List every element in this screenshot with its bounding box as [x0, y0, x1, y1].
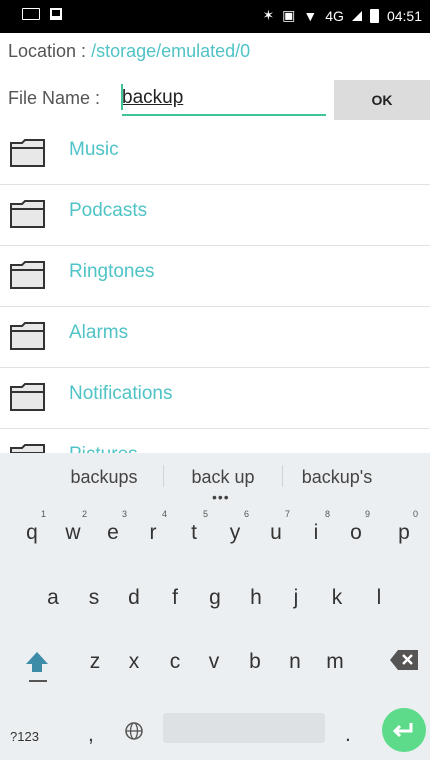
bluetooth-icon: ✶: [262, 7, 275, 23]
key-number-hint: 3: [122, 509, 128, 519]
space-bar[interactable]: [163, 713, 325, 743]
key-f[interactable]: f: [160, 586, 190, 610]
folder-icon: [10, 322, 46, 350]
folder-icon: [10, 261, 46, 289]
keyboard-icon: [22, 8, 40, 20]
key-w[interactable]: w: [58, 521, 88, 545]
key-y[interactable]: y: [220, 521, 250, 545]
folder-list: Music Podcasts Ringtones Alarms Notification…: [0, 124, 430, 490]
key-i[interactable]: i: [301, 521, 331, 545]
key-number-hint: 6: [244, 509, 250, 519]
folder-row[interactable]: Alarms: [0, 307, 430, 368]
key-m[interactable]: m: [320, 650, 350, 674]
suggestion-2[interactable]: back up: [166, 467, 280, 488]
shift-icon[interactable]: [24, 650, 50, 676]
folder-label: Notifications: [69, 383, 173, 404]
suggestion-3[interactable]: backup's: [282, 467, 392, 488]
location-label: Location :: [8, 41, 92, 61]
key-number-hint: 9: [365, 509, 371, 519]
location-path[interactable]: /storage/emulated/0: [91, 41, 250, 61]
image-icon: [50, 8, 62, 20]
folder-row[interactable]: Podcasts: [0, 185, 430, 246]
enter-icon: [392, 723, 413, 738]
key-p[interactable]: p: [389, 521, 419, 545]
key-number-hint: 2: [82, 509, 88, 519]
text-caret: [121, 84, 123, 110]
key-number-hint: 8: [325, 509, 331, 519]
battery-icon: [369, 8, 379, 23]
key-o[interactable]: o: [341, 521, 371, 545]
folder-row[interactable]: Notifications: [0, 368, 430, 429]
key-x[interactable]: x: [119, 650, 149, 674]
key-b[interactable]: b: [240, 650, 270, 674]
file-name-input[interactable]: [122, 82, 326, 116]
key-n[interactable]: n: [280, 650, 310, 674]
folder-row[interactable]: Ringtones: [0, 246, 430, 307]
file-name-label: File Name :: [8, 88, 101, 108]
key-number-hint: 1: [41, 509, 47, 519]
period-key[interactable]: .: [345, 723, 351, 747]
network-type: 4G: [325, 7, 344, 24]
comma-key[interactable]: ,: [88, 723, 94, 747]
location-row: Location : /storage/emulated/0: [8, 41, 250, 62]
key-j[interactable]: j: [281, 586, 311, 610]
backspace-icon[interactable]: [390, 650, 418, 670]
key-number-hint: 7: [285, 509, 291, 519]
folder-label: Ringtones: [69, 261, 155, 282]
soft-keyboard: backups back up backup's ••• q1w2e3r4t5y…: [0, 453, 430, 760]
key-u[interactable]: u: [261, 521, 291, 545]
suggestion-bar: backups back up backup's •••: [0, 453, 430, 505]
ok-button[interactable]: OK: [334, 80, 430, 120]
folder-icon: [10, 200, 46, 228]
key-c[interactable]: c: [160, 650, 190, 674]
signal-icon: [351, 10, 362, 21]
key-z[interactable]: z: [80, 650, 110, 674]
key-h[interactable]: h: [241, 586, 271, 610]
enter-key[interactable]: [382, 708, 426, 752]
key-r[interactable]: r: [138, 521, 168, 545]
folder-icon: [10, 139, 46, 167]
status-bar: ✶ ▣ ▼ 4G 04:51: [0, 0, 430, 33]
folder-label: Alarms: [69, 322, 129, 343]
shift-indicator: [29, 680, 47, 682]
key-e[interactable]: e: [98, 521, 128, 545]
key-l[interactable]: l: [364, 586, 394, 610]
folder-icon: [10, 383, 46, 411]
key-a[interactable]: a: [38, 586, 68, 610]
key-k[interactable]: k: [322, 586, 352, 610]
key-t[interactable]: t: [179, 521, 209, 545]
folder-label: Podcasts: [69, 200, 148, 221]
key-number-hint: 0: [413, 509, 419, 519]
clock: 04:51: [386, 7, 422, 24]
key-v[interactable]: v: [199, 650, 229, 674]
key-g[interactable]: g: [200, 586, 230, 610]
symbols-key[interactable]: ?123: [10, 729, 39, 744]
folder-row[interactable]: Music: [0, 124, 430, 185]
key-d[interactable]: d: [119, 586, 149, 610]
suggestion-divider: [163, 465, 164, 487]
more-suggestions-icon[interactable]: •••: [212, 489, 230, 505]
globe-icon[interactable]: [124, 721, 144, 741]
key-s[interactable]: s: [79, 586, 109, 610]
key-number-hint: 4: [162, 509, 168, 519]
suggestion-1[interactable]: backups: [42, 467, 166, 488]
folder-label: Music: [69, 139, 119, 160]
key-q[interactable]: q: [17, 521, 47, 545]
vibrate-icon: ▣: [282, 7, 296, 23]
wifi-icon: ▼: [303, 7, 318, 24]
key-number-hint: 5: [203, 509, 209, 519]
